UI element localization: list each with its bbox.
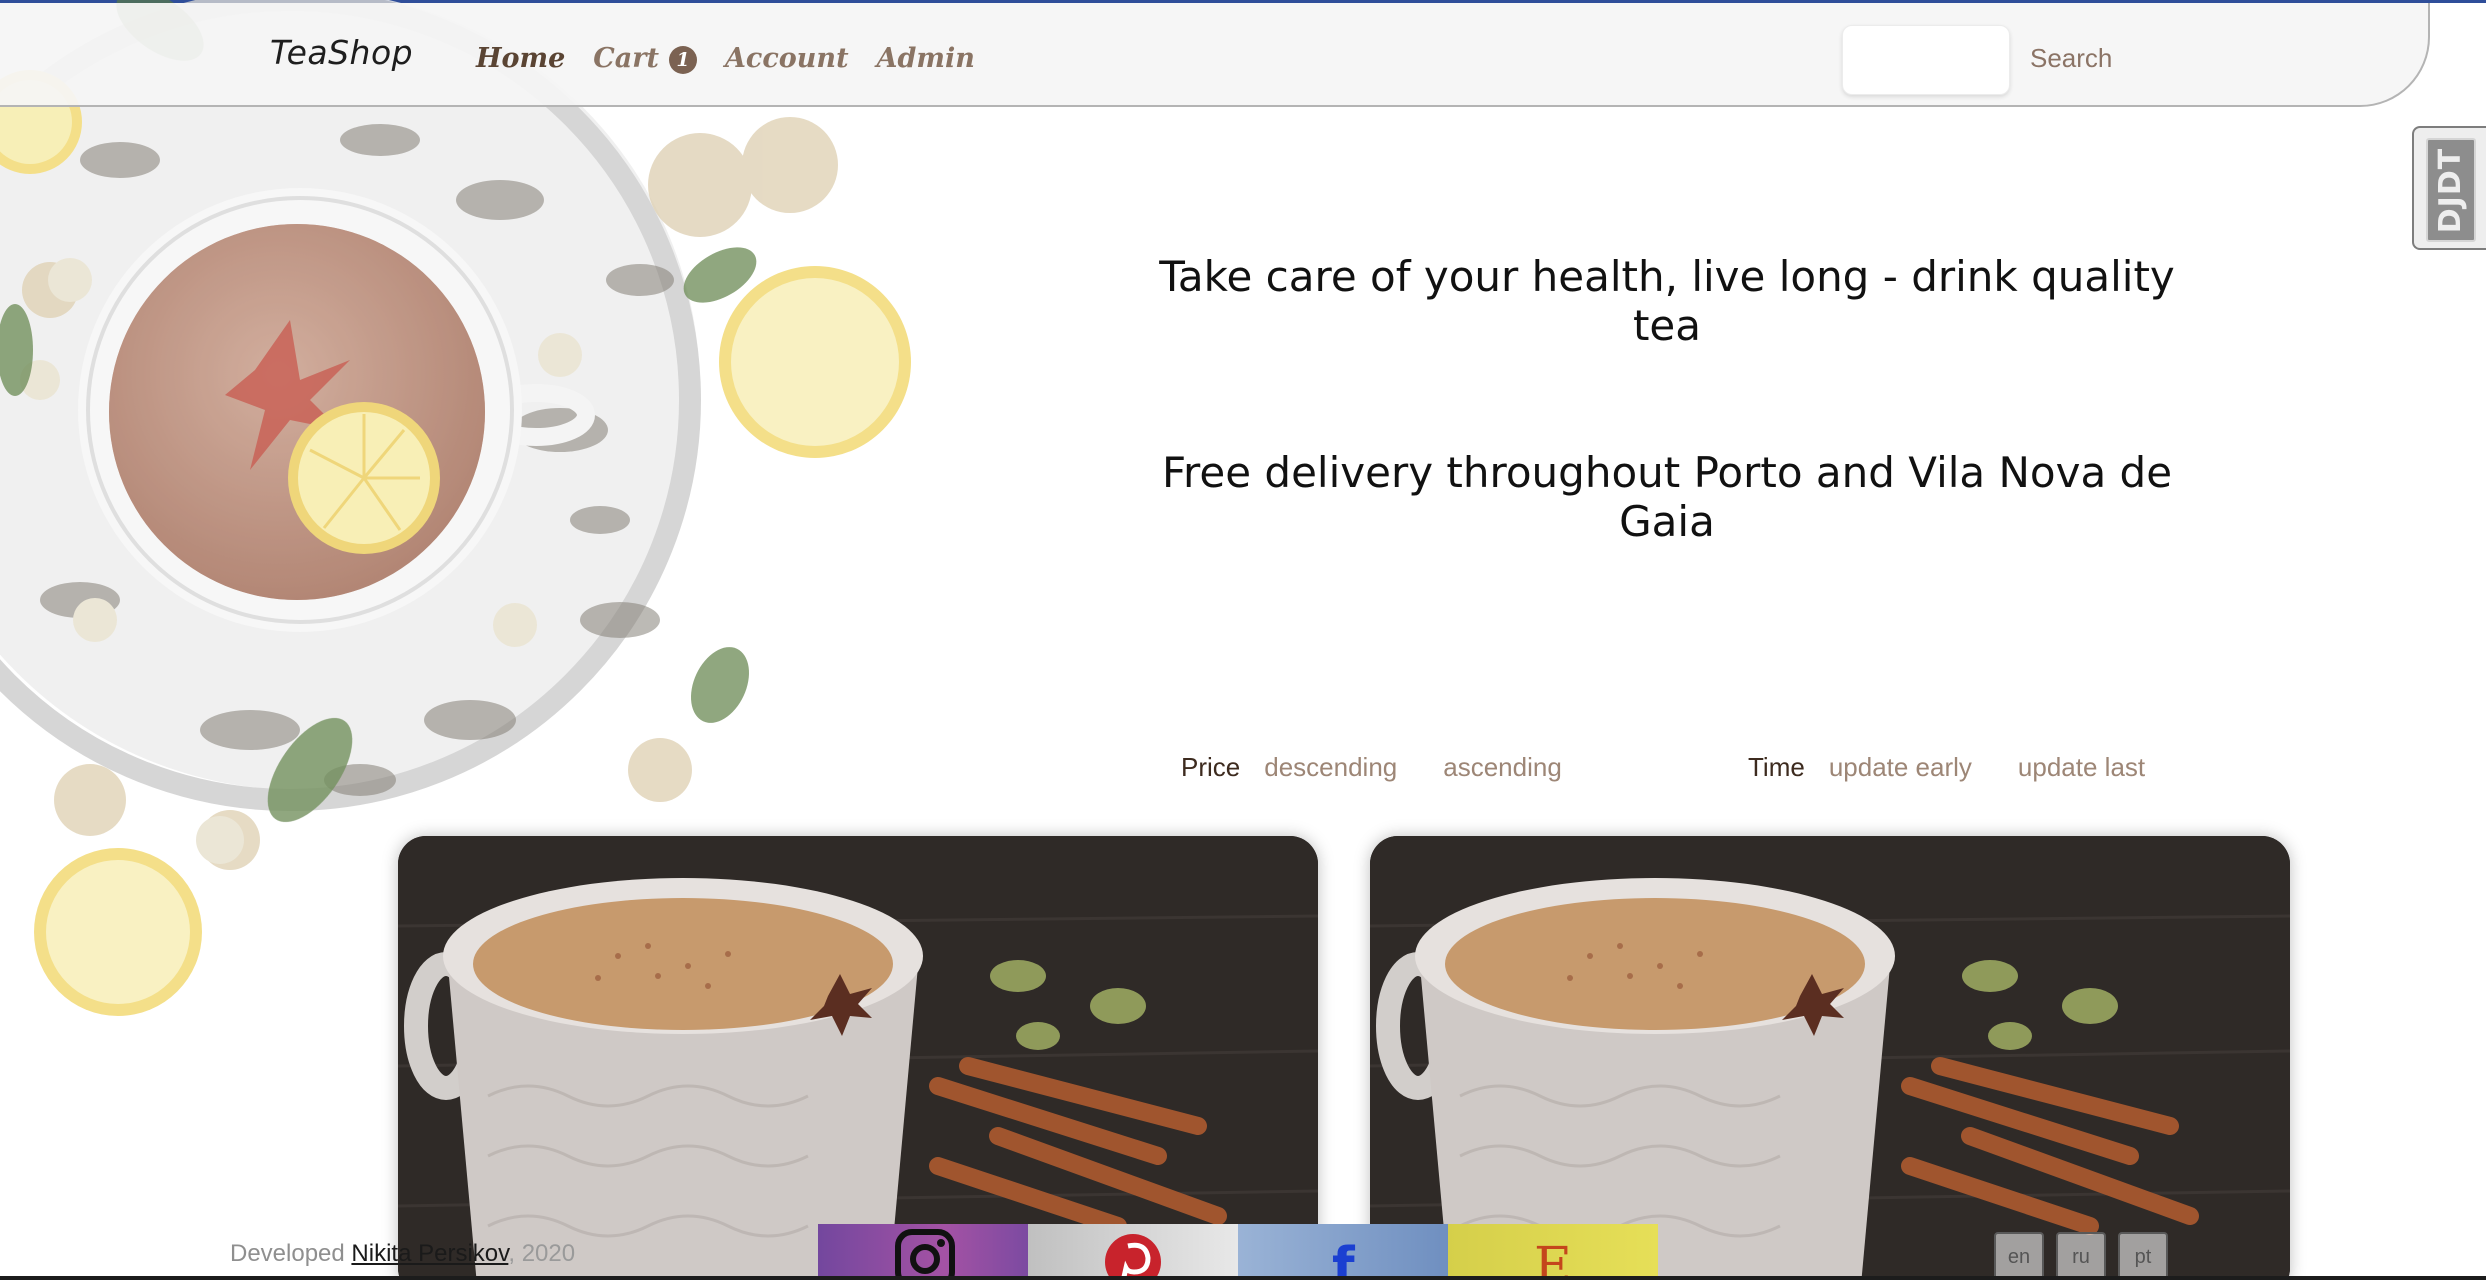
hero-subheadline: Free delivery throughout Porto and Vila … (1161, 448, 2173, 546)
product-image (1370, 836, 2290, 1280)
product-image (398, 836, 1318, 1280)
language-ru[interactable]: ru (2056, 1232, 2106, 1280)
nav-account[interactable]: Account (725, 43, 849, 74)
language-en[interactable]: en (1994, 1232, 2044, 1280)
credit-year: , 2020 (508, 1240, 576, 1267)
pinterest-link[interactable] (1028, 1224, 1238, 1280)
sort-time-update-last[interactable]: update last (2018, 752, 2145, 783)
sort-by-price: Price descending ascending (1181, 752, 1608, 783)
cart-count-badge: 1 (668, 45, 697, 74)
sort-time-update-early[interactable]: update early (1829, 752, 1972, 783)
window-bottom-border (0, 1276, 2486, 1280)
facebook-link[interactable]: f (1238, 1224, 1448, 1280)
sort-price-ascending[interactable]: ascending (1443, 752, 1562, 783)
search-input[interactable] (1842, 25, 2010, 95)
instagram-link[interactable] (818, 1224, 1028, 1280)
site-logo[interactable]: TeaShop (270, 33, 413, 72)
nav-cart[interactable]: Cart 1 (593, 43, 697, 74)
search-button[interactable]: Search (2030, 43, 2112, 74)
sort-price-descending[interactable]: descending (1264, 752, 1397, 783)
sort-by-time: Time update early update last (1748, 752, 2191, 783)
sort-time-label: Time (1748, 752, 1805, 782)
developer-credit: Developed Nikita Persikov, 2020 (230, 1240, 575, 1268)
etsy-icon: E (1534, 1237, 1572, 1280)
facebook-icon: f (1332, 1237, 1356, 1280)
product-card[interactable] (1370, 836, 2290, 1280)
nav-cart-label: Cart (593, 43, 659, 74)
debug-toolbar-badge: DJDT (2426, 138, 2476, 242)
instagram-icon (895, 1229, 955, 1280)
hero-headline: Take care of your health, live long - dr… (1159, 252, 2175, 350)
credit-prefix: Developed (230, 1240, 345, 1267)
author-link[interactable]: Nikita Persikov (351, 1240, 508, 1267)
sort-price-label: Price (1181, 752, 1241, 782)
debug-toolbar-label: DJDT (2433, 147, 2469, 233)
debug-toolbar-handle[interactable]: DJDT (2412, 126, 2486, 250)
etsy-letter: E (1534, 1237, 1572, 1280)
language-pt[interactable]: pt (2118, 1232, 2168, 1280)
product-card[interactable] (398, 836, 1318, 1280)
page: TeaShop Home Cart 1 Account Admin Search … (0, 0, 2486, 1280)
pinterest-icon (1105, 1234, 1161, 1280)
etsy-link[interactable]: E (1448, 1224, 1658, 1280)
nav-admin[interactable]: Admin (877, 43, 975, 74)
top-navbar: TeaShop Home Cart 1 Account Admin Search (0, 3, 2430, 107)
nav-home[interactable]: Home (476, 43, 565, 74)
facebook-letter: f (1332, 1237, 1356, 1280)
main-nav: Home Cart 1 Account Admin (476, 43, 1003, 74)
